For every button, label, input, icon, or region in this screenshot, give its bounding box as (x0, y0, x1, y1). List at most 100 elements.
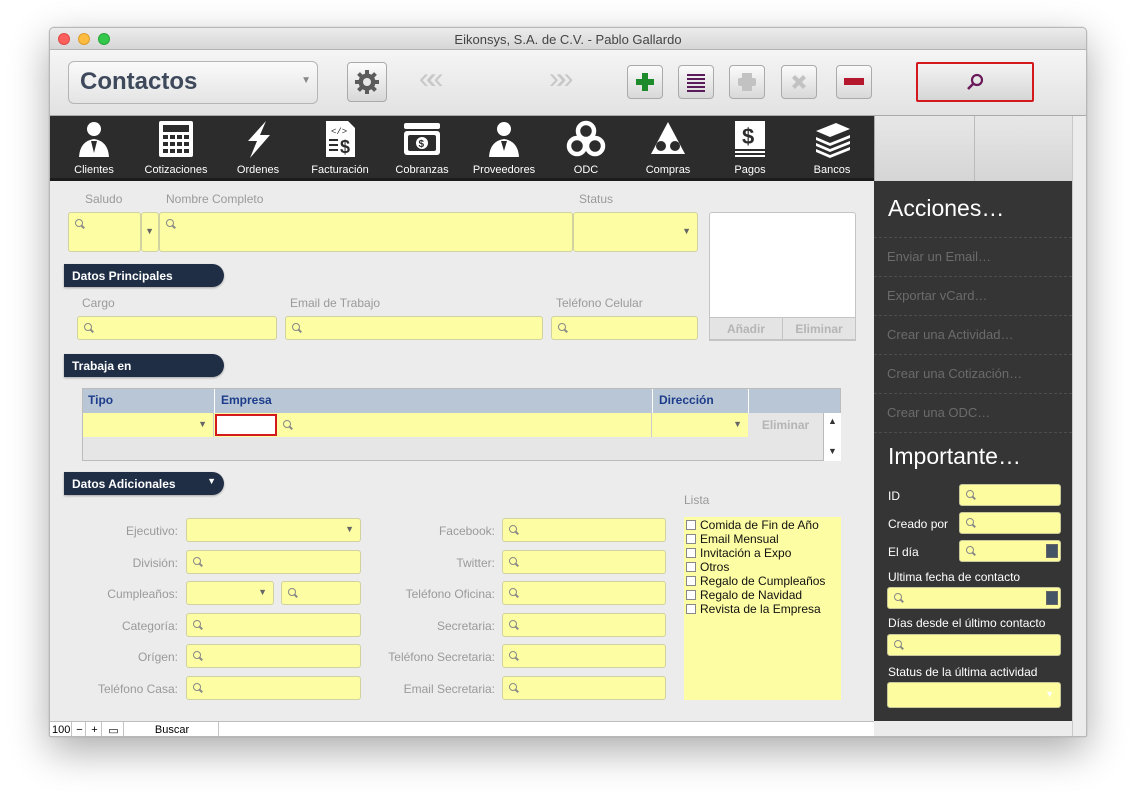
nav-odc[interactable]: ODC (546, 116, 626, 181)
checkbox[interactable] (686, 520, 696, 530)
search-icon (966, 490, 974, 498)
list-item[interactable]: Comida de Fin de Año (686, 518, 819, 532)
categoria-field[interactable] (186, 613, 361, 637)
calendar-icon[interactable] (1046, 544, 1058, 558)
facebook-field[interactable] (502, 518, 666, 542)
action-create-activity[interactable]: Crear una Actividad… (874, 315, 1072, 354)
scroll-down-icon[interactable]: ▼ (828, 446, 837, 456)
dias-field[interactable] (887, 634, 1061, 656)
telefono-casa-field[interactable] (186, 676, 361, 700)
list-item[interactable]: Email Mensual (686, 532, 779, 546)
list-item[interactable]: Invitación a Expo (686, 546, 791, 560)
status-field[interactable]: ▼ (573, 212, 698, 252)
twitter-field[interactable] (502, 550, 666, 574)
saludo-field[interactable] (68, 212, 141, 252)
layout-selector[interactable]: Contactos ▼ (68, 61, 318, 104)
list-item[interactable]: Revista de la Empresa (686, 602, 821, 616)
chevron-down-icon: ▼ (1045, 689, 1054, 699)
checkbox[interactable] (686, 590, 696, 600)
new-record-button[interactable] (627, 65, 663, 99)
nav-facturacion[interactable]: </> $ Facturación (300, 116, 380, 181)
nav-clientes[interactable]: Clientes (54, 116, 134, 181)
find-button[interactable] (916, 62, 1034, 102)
checkbox[interactable] (686, 534, 696, 544)
origen-field[interactable] (186, 644, 361, 668)
scroll-up-icon[interactable]: ▲ (828, 416, 837, 426)
remove-photo-button[interactable]: Eliminar (783, 318, 855, 339)
next-record-button[interactable]: »» (549, 62, 573, 96)
nav-ordenes[interactable]: Ordenes (218, 116, 298, 181)
zoom-in-icon[interactable]: + (86, 722, 102, 736)
search-icon (193, 651, 201, 659)
list-item[interactable]: Regalo de Navidad (686, 588, 802, 602)
empresa-id-field[interactable] (215, 414, 277, 436)
id-field[interactable] (959, 484, 1061, 506)
creado-label: Creado por (888, 517, 949, 531)
creado-field[interactable] (959, 512, 1061, 534)
ultima-field[interactable] (887, 587, 1061, 609)
action-create-quote[interactable]: Crear una Cotización… (874, 354, 1072, 393)
previous-record-button[interactable]: «« (419, 62, 443, 96)
saludo-dropdown[interactable]: ▼ (141, 212, 159, 252)
status-ultima-field[interactable]: ▼ (887, 682, 1061, 708)
add-photo-button[interactable]: Añadir (710, 318, 783, 339)
list-item[interactable]: Regalo de Cumpleaños (686, 574, 825, 588)
nav-pagos[interactable]: $ Pagos (710, 116, 790, 181)
nav-cobranzas[interactable]: $ Cobranzas (382, 116, 462, 181)
toolbar-toggle-icon[interactable]: ▭ (102, 722, 124, 736)
cargo-field[interactable] (77, 316, 277, 340)
section-datos-adicionales[interactable]: Datos Adicionales ▼ (64, 472, 224, 495)
print-button[interactable] (729, 65, 765, 99)
empresa-field[interactable] (277, 413, 652, 437)
checkbox[interactable] (686, 562, 696, 572)
calendar-icon[interactable] (1046, 591, 1058, 605)
origen-label: Orígen: (137, 650, 178, 664)
suppliers-icon (489, 122, 519, 157)
portal-scrollbar[interactable]: ▲ ▼ (823, 413, 841, 461)
email-field[interactable] (285, 316, 543, 340)
cumpleanos-dropdown[interactable]: ▼ (186, 581, 274, 605)
categoria-label: Categoría: (121, 619, 178, 633)
email-secretaria-field[interactable] (502, 676, 666, 700)
telefono-secretaria-label: Teléfono Secretaria: (388, 650, 495, 664)
checkbox[interactable] (686, 604, 696, 614)
search-icon (966, 518, 974, 526)
nav-compras[interactable]: Compras (628, 116, 708, 181)
secretaria-field[interactable] (502, 613, 666, 637)
division-field[interactable] (186, 550, 361, 574)
action-export-vcard[interactable]: Exportar vCard… (874, 276, 1072, 315)
cumpleanos-field[interactable] (281, 581, 361, 605)
nav-label: Ordenes (236, 164, 280, 176)
telefono-secretaria-field[interactable] (502, 644, 666, 668)
checkbox[interactable] (686, 576, 696, 586)
action-create-odc[interactable]: Crear una ODC… (874, 393, 1072, 432)
telefono-oficina-field[interactable] (502, 581, 666, 605)
mode-indicator[interactable]: Buscar (124, 722, 219, 736)
ejecutivo-field[interactable]: ▼ (186, 518, 361, 542)
zoom-out-icon[interactable]: − (72, 722, 86, 736)
dia-field[interactable] (959, 540, 1061, 562)
checkbox[interactable] (686, 548, 696, 558)
x-icon (792, 75, 806, 89)
zoom-level[interactable]: 100 (50, 722, 72, 736)
direccion-field[interactable]: ▼ (652, 413, 748, 437)
nav-bancos[interactable]: Bancos (792, 116, 872, 181)
delete-record-button[interactable] (836, 65, 872, 99)
list-view-button[interactable] (678, 65, 714, 99)
action-send-email[interactable]: Enviar un Email… (874, 237, 1072, 276)
search-icon (283, 420, 291, 428)
settings-button[interactable] (347, 62, 387, 102)
remove-row-button[interactable]: Eliminar (748, 413, 823, 437)
chevron-down-icon: ▼ (198, 419, 207, 429)
omit-record-button[interactable] (781, 65, 817, 99)
celular-field[interactable] (551, 316, 698, 340)
nombre-field[interactable] (159, 212, 573, 252)
dias-label: Días desde el último contacto (888, 616, 1046, 630)
list-item[interactable]: Otros (686, 560, 729, 574)
tipo-field[interactable]: ▼ (83, 413, 214, 437)
nav-proveedores[interactable]: Proveedores (464, 116, 544, 181)
minus-icon (844, 78, 864, 85)
saludo-label: Saludo (85, 192, 123, 206)
navbar-extra (874, 116, 1072, 181)
nav-cotizaciones[interactable]: Cotizaciones (136, 116, 216, 181)
